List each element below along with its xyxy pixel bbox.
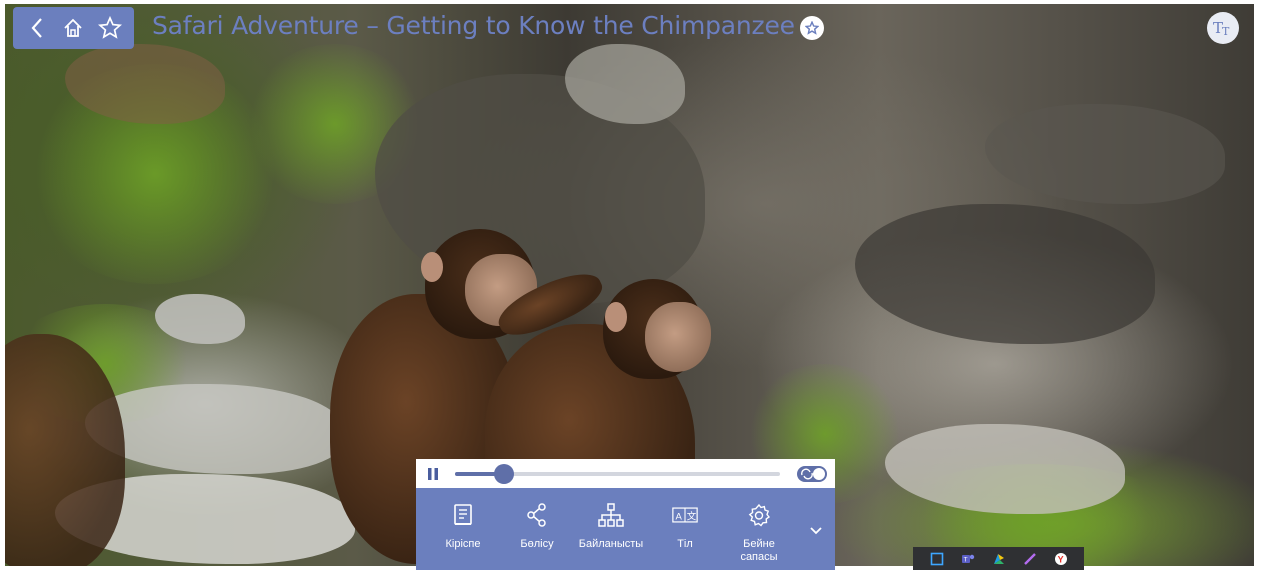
translate-icon: A 文: [672, 507, 698, 523]
teams-icon: T: [961, 554, 974, 563]
share-icon: [527, 503, 546, 527]
pen-icon: [1023, 552, 1036, 565]
intro-label: Кіріспе: [445, 538, 481, 550]
document-icon: [454, 504, 472, 525]
player-toolbar: Кіріспе Бөлісу Байланысты A 文 Тіл Бейне …: [416, 488, 835, 570]
svg-text:T: T: [963, 556, 967, 563]
text-size-icon: T T: [1213, 19, 1230, 37]
chevron-left-icon: [31, 18, 42, 38]
language-button[interactable]: A 文 Тіл: [648, 502, 722, 551]
svg-text:Y: Y: [1057, 554, 1063, 564]
text-size-button[interactable]: T T: [1207, 12, 1239, 44]
pen-app[interactable]: [1023, 552, 1037, 566]
chevron-down-icon: [810, 527, 822, 535]
related-label: Байланысты: [578, 538, 644, 550]
back-button[interactable]: [22, 13, 52, 43]
share-button[interactable]: Бөлісу: [500, 502, 574, 551]
quality-label: Бейне сапасы: [740, 538, 778, 563]
gear-icon: [748, 503, 771, 527]
loop-toggle[interactable]: [797, 465, 827, 482]
favorite-button[interactable]: [95, 13, 125, 43]
snip-app[interactable]: [930, 552, 944, 566]
home-button[interactable]: [58, 13, 88, 43]
nav-group: [13, 7, 134, 49]
teams-app[interactable]: T: [961, 552, 975, 566]
quality-button[interactable]: Бейне сапасы: [722, 502, 796, 564]
svg-text:文: 文: [687, 510, 697, 522]
language-label: Тіл: [677, 538, 693, 550]
intro-button[interactable]: Кіріспе: [426, 502, 500, 551]
store-icon: [993, 553, 1004, 564]
title-favorite-badge[interactable]: [800, 16, 824, 40]
share-label: Бөлісу: [520, 538, 554, 550]
store-app[interactable]: [992, 552, 1006, 566]
loop-toggle-knob: [813, 467, 825, 480]
snip-icon: [930, 552, 943, 565]
hierarchy-icon: [598, 503, 624, 527]
progress-track[interactable]: [455, 463, 780, 484]
home-icon: [64, 18, 83, 37]
player-controls: [416, 459, 835, 488]
star-badge-icon: [805, 21, 819, 35]
related-button[interactable]: Байланысты: [574, 502, 648, 551]
pause-button[interactable]: [424, 465, 442, 483]
progress-thumb[interactable]: [493, 463, 514, 484]
yandex-app[interactable]: Y: [1054, 552, 1068, 566]
more-button[interactable]: [807, 522, 825, 540]
yandex-icon: Y: [1054, 552, 1067, 565]
pause-icon: [428, 467, 438, 480]
page-title: Safari Adventure – Getting to Know the C…: [152, 11, 795, 40]
svg-text:A: A: [675, 511, 682, 522]
svg-text:T: T: [1222, 25, 1230, 37]
loop-icon: [801, 468, 813, 479]
taskbar-tray: T Y: [913, 547, 1084, 570]
star-icon: [97, 16, 122, 39]
